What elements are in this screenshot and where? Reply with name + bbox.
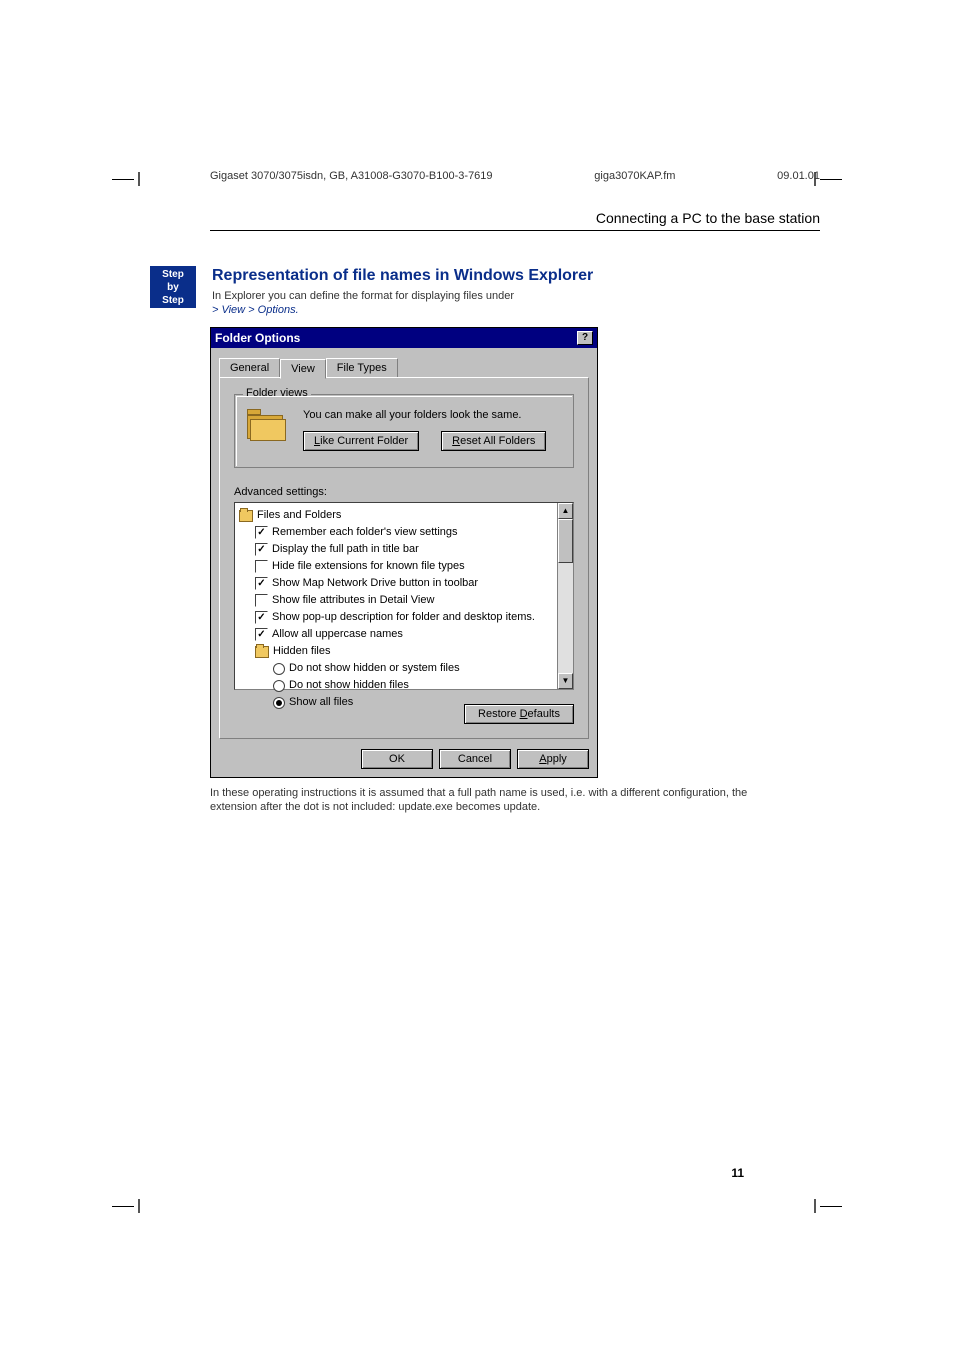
like-current-folder-button[interactable]: Like Current Folder: [303, 431, 419, 451]
step-by-step-badge: Step by Step: [150, 266, 196, 308]
crop-tick: [138, 172, 140, 186]
scroll-down-icon[interactable]: ▼: [558, 673, 573, 689]
dialog-body: General View File Types Folder views You: [211, 348, 597, 777]
folder-icon: [255, 646, 269, 658]
tab-view[interactable]: View: [280, 359, 326, 379]
folder-icon: [247, 409, 287, 441]
opt-uppercase: Allow all uppercase names: [272, 626, 403, 643]
scroll-up-icon[interactable]: ▲: [558, 503, 573, 519]
header-left: Gigaset 3070/3075isdn, GB, A31008-G3070-…: [210, 170, 493, 182]
reset-all-folders-button[interactable]: Reset All Folders: [441, 431, 546, 451]
scroll-track[interactable]: [558, 519, 573, 673]
tab-panel-view: Folder views You can make all your folde…: [219, 377, 589, 739]
opt-nohidsys: Do not show hidden or system files: [289, 660, 460, 677]
crop-mark: [112, 1206, 134, 1207]
crop-mark: [820, 179, 842, 180]
checkbox-icon[interactable]: ✓: [255, 628, 268, 641]
crop-tick: [814, 1199, 816, 1213]
advanced-settings-list[interactable]: Files and Folders ✓ Remember each folder'…: [234, 502, 574, 690]
page-content: Gigaset 3070/3075isdn, GB, A31008-G3070-…: [210, 170, 820, 814]
main-heading: Representation of file names in Windows …: [212, 267, 820, 285]
folder-options-dialog: Folder Options ? General View File Types…: [210, 327, 598, 778]
folder-views-group: Folder views You can make all your folde…: [234, 394, 574, 468]
running-header: Gigaset 3070/3075isdn, GB, A31008-G3070-…: [210, 170, 820, 182]
opt-hideext: Hide file extensions for known file type…: [272, 558, 465, 575]
checkbox-icon[interactable]: ✓: [255, 611, 268, 624]
tab-strip: General View File Types: [219, 358, 589, 378]
list-content: Files and Folders ✓ Remember each folder'…: [235, 503, 557, 689]
apply-button[interactable]: Apply: [517, 749, 589, 769]
page-number: 11: [731, 1166, 744, 1180]
titlebar-buttons: ?: [577, 331, 593, 345]
dialog-button-row: OK Cancel Apply: [219, 749, 589, 769]
folder-icon: [239, 510, 253, 522]
opt-remember: Remember each folder's view settings: [272, 524, 458, 541]
radio-icon[interactable]: [273, 697, 285, 709]
checkbox-icon[interactable]: ✓: [255, 526, 268, 539]
checkbox-icon[interactable]: [255, 560, 268, 573]
crop-mark: [820, 1206, 842, 1207]
dialog-title: Folder Options: [215, 331, 300, 345]
radio-icon[interactable]: [273, 680, 285, 692]
group-label: Folder views: [243, 387, 311, 399]
tab-file-types[interactable]: File Types: [326, 358, 398, 378]
advanced-settings-label: Advanced settings:: [234, 486, 574, 498]
folder-views-text: You can make all your folders look the s…: [303, 409, 561, 421]
radio-icon[interactable]: [273, 663, 285, 675]
opt-showall: Show all files: [289, 694, 353, 711]
help-button[interactable]: ?: [577, 331, 593, 345]
badge-line3: Step: [162, 295, 184, 306]
crop-tick: [138, 1199, 140, 1213]
outro-text: In these operating instructions it is as…: [210, 786, 820, 814]
scrollbar[interactable]: ▲ ▼: [557, 503, 573, 689]
badge-line1: Step: [162, 269, 184, 280]
intro-text: In Explorer you can define the format fo…: [212, 289, 820, 317]
opt-nohidden: Do not show hidden files: [289, 677, 409, 694]
header-right: 09.01.01: [777, 170, 820, 182]
opt-mapdrive: Show Map Network Drive button in toolbar: [272, 575, 478, 592]
tab-general[interactable]: General: [219, 358, 280, 378]
intro-before: In Explorer you can define the format fo…: [212, 290, 514, 302]
scroll-thumb[interactable]: [558, 519, 573, 563]
checkbox-icon[interactable]: [255, 594, 268, 607]
tab-file-types-label: File Types: [337, 362, 387, 374]
menu-path: > View > Options.: [212, 304, 299, 316]
dialog-titlebar: Folder Options ?: [211, 328, 597, 348]
cancel-button[interactable]: Cancel: [439, 749, 511, 769]
ok-button[interactable]: OK: [361, 749, 433, 769]
header-mid: giga3070KAP.fm: [594, 170, 675, 182]
opt-fileattr: Show file attributes in Detail View: [272, 592, 434, 609]
opt-fullpath: Display the full path in title bar: [272, 541, 419, 558]
section-title: Connecting a PC to the base station: [210, 210, 820, 231]
badge-line2: by: [167, 282, 179, 293]
tree-root: Files and Folders: [257, 507, 341, 524]
tree-hidden: Hidden files: [273, 643, 330, 660]
checkbox-icon[interactable]: ✓: [255, 577, 268, 590]
checkbox-icon[interactable]: ✓: [255, 543, 268, 556]
crop-mark: [112, 179, 134, 180]
opt-popup: Show pop-up description for folder and d…: [272, 609, 535, 626]
